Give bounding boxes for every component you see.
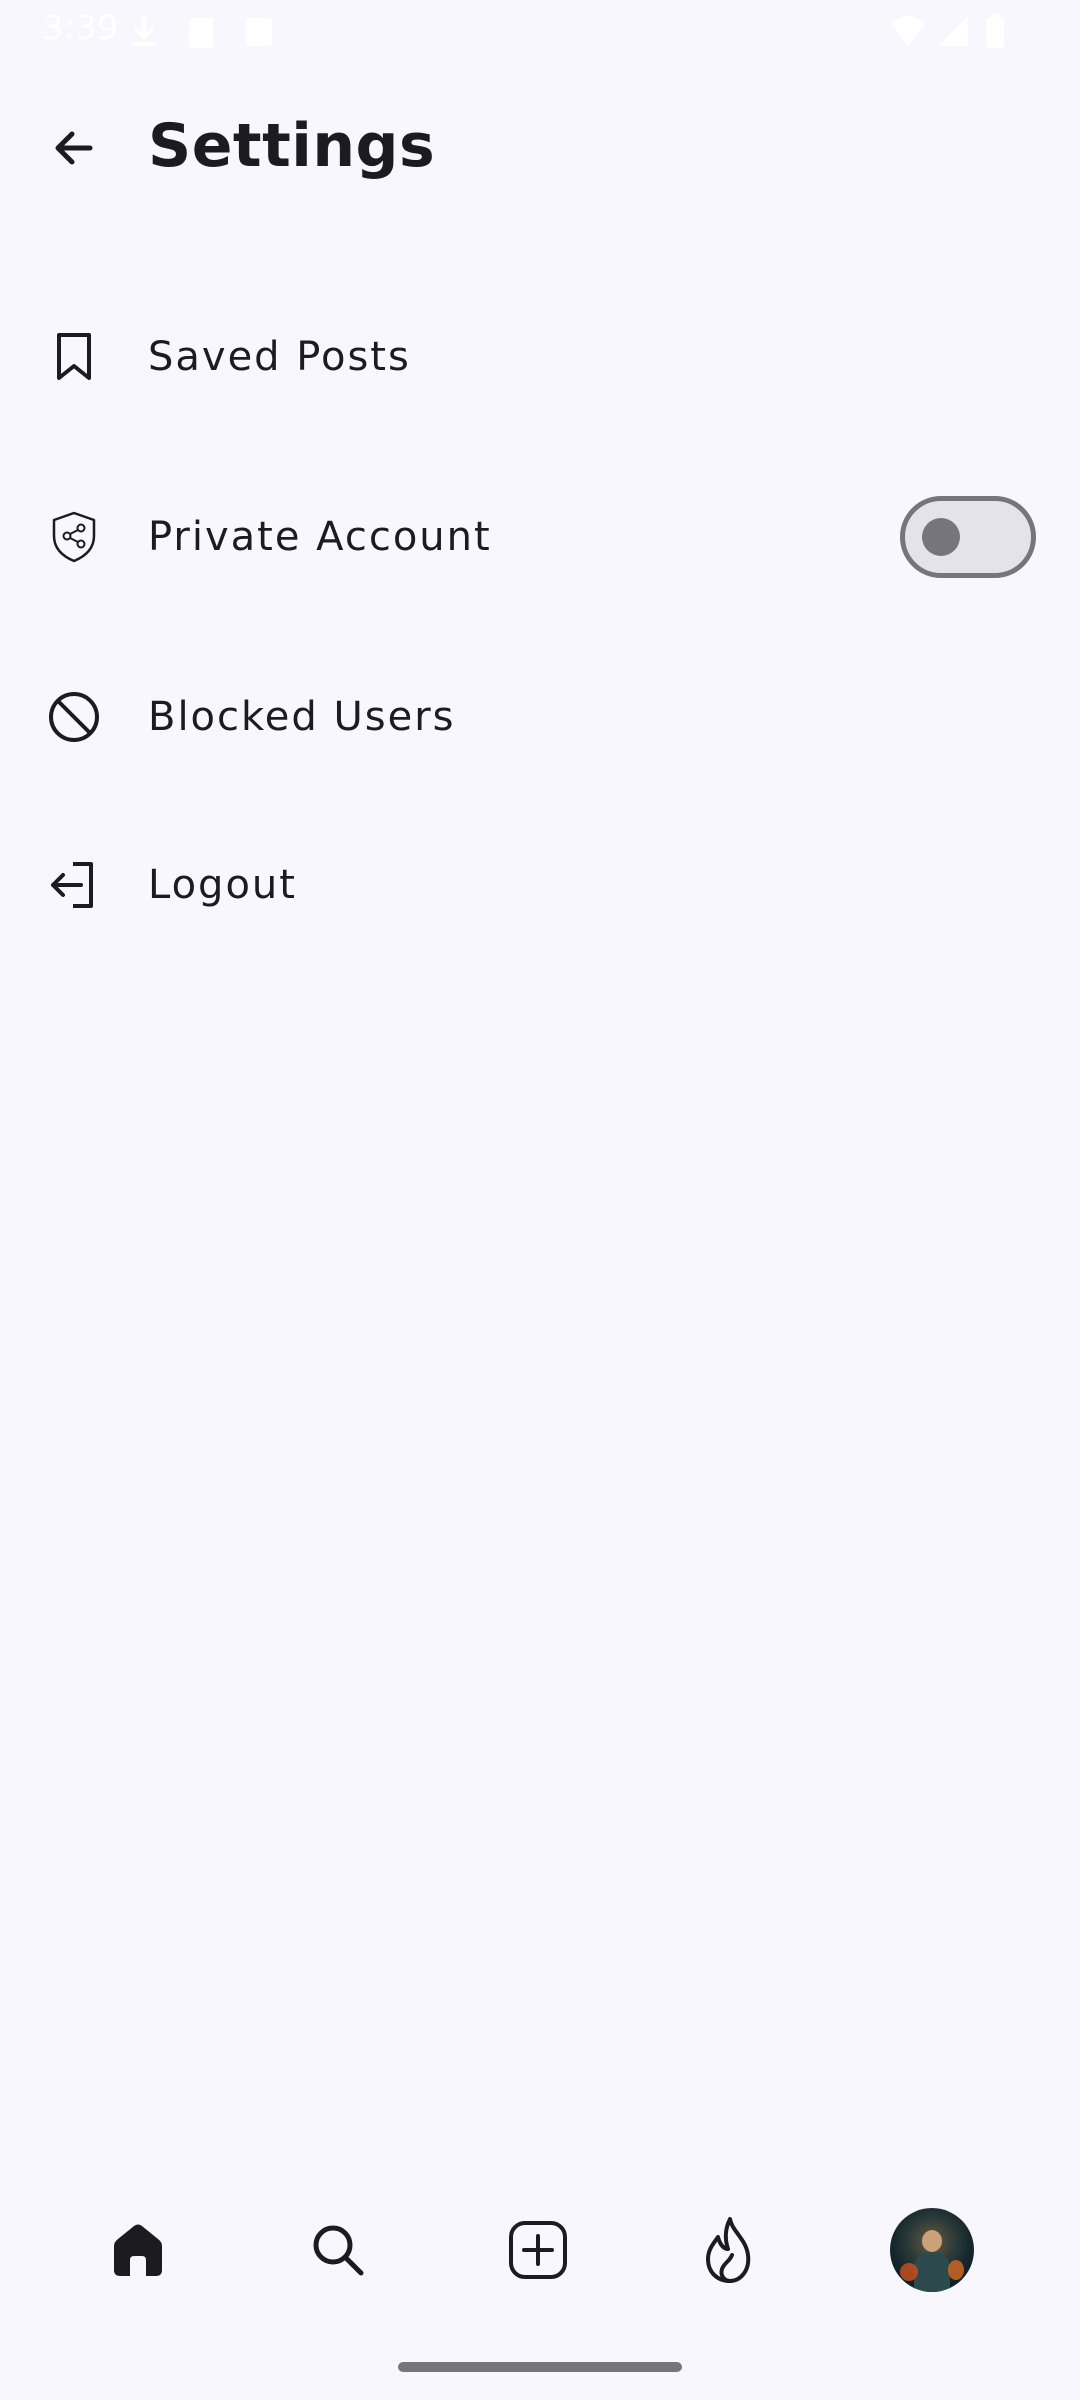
logout-icon [44, 855, 104, 915]
settings-item-logout[interactable]: Logout [0, 810, 1080, 960]
status-time: 3:39 [42, 8, 119, 48]
arrow-left-icon [55, 131, 93, 165]
nav-profile[interactable] [882, 2200, 982, 2300]
block-icon [44, 687, 104, 747]
settings-item-saved-posts[interactable]: Saved Posts [0, 282, 1080, 432]
back-button[interactable] [38, 112, 110, 184]
home-indicator[interactable] [398, 2362, 682, 2372]
nav-home[interactable] [88, 2200, 188, 2300]
search-icon [313, 2225, 364, 2276]
battery-icon [984, 12, 1006, 56]
home-icon [114, 2224, 162, 2276]
a-icon [244, 12, 274, 56]
nav-create[interactable] [488, 2200, 588, 2300]
page-title: Settings [148, 111, 436, 181]
bottom-nav [0, 2180, 1080, 2310]
private-account-toggle[interactable] [900, 496, 1036, 578]
toggle-knob [922, 518, 960, 556]
signal-icon [936, 12, 970, 56]
settings-item-private-account[interactable]: Private Account [0, 462, 1080, 612]
shield-share-icon [44, 507, 104, 567]
nav-trending[interactable] [680, 2200, 780, 2300]
flame-icon [706, 2217, 751, 2283]
add-square-icon [509, 2221, 567, 2279]
settings-screen: 3:39 Settings Saved Posts Private Accoun… [0, 0, 1080, 2400]
settings-item-label: Private Account [148, 514, 492, 560]
bookmark-icon [44, 327, 104, 387]
settings-item-label: Blocked Users [148, 694, 456, 740]
settings-item-label: Saved Posts [148, 334, 411, 380]
wifi-icon [888, 12, 928, 56]
nav-search[interactable] [288, 2200, 388, 2300]
settings-item-label: Logout [148, 862, 297, 908]
clipboard-icon [186, 12, 216, 56]
download-icon [126, 12, 162, 56]
avatar [890, 2208, 974, 2292]
status-bar: 3:39 [0, 0, 1080, 64]
settings-item-blocked-users[interactable]: Blocked Users [0, 642, 1080, 792]
